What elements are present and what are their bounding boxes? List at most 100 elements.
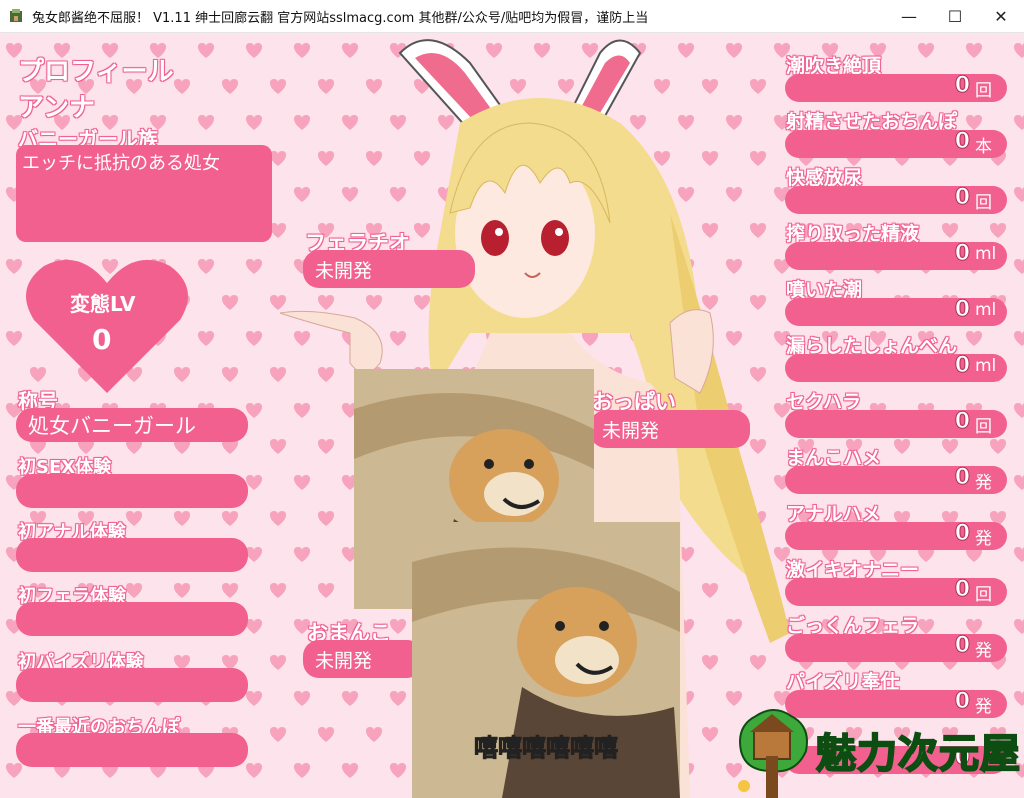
first-fera-value [16,602,248,636]
meme-caption-front: 嘻嘻嘻嘻嘻嘻 [474,734,619,763]
latest-value [16,733,248,767]
background-heart [966,331,982,346]
background-heart [246,115,262,130]
oppai-value: 未開発 [590,410,750,448]
first-anal-value [16,538,248,572]
background-heart [198,43,214,58]
stat-unit: ml [975,356,997,376]
window-title: 兔女郎酱绝不屈服！ V1.11 绅士回廊云翻 官方网站sslmacg.com 其… [32,10,649,26]
stat-unit: 発 [975,641,992,661]
hentai-level-value: 0 [91,323,112,357]
fera-value: 未開発 [303,250,475,288]
background-heart [246,619,262,634]
stat-unit: 本 [975,137,992,157]
stat-value: 0 [954,465,970,491]
stat-unit: 回 [975,585,992,605]
stat-value: 0 [954,241,970,267]
background-heart [174,583,190,598]
first-sex-value [16,474,248,508]
first-paizuri-value [16,668,248,702]
background-heart [222,511,238,526]
stat-bar [785,186,1007,214]
background-heart [6,763,22,778]
stat-bar [785,410,1007,438]
background-heart [966,115,982,130]
background-heart [246,691,262,706]
stat-value: 0 [954,353,970,379]
watermark-text: 魅力次元屋 [815,730,1021,778]
background-heart [1014,115,1024,130]
background-heart [6,331,22,346]
background-heart [918,43,934,58]
background-heart [918,619,934,634]
omanko-value: 未開発 [303,640,423,678]
background-heart [246,547,262,562]
background-heart [246,43,262,58]
stat-value: 0 [954,521,970,547]
stat-bar [785,74,1007,102]
stat-value: 0 [954,633,970,659]
character-name: アンナ [18,93,96,124]
stat-value: 0 [954,185,970,211]
stat-bar [785,242,1007,270]
background-heart [126,583,142,598]
stat-value: 0 [954,73,970,99]
stat-unit: 回 [975,193,992,213]
stat-bar [785,354,1007,382]
stat-unit: 発 [975,529,992,549]
background-heart [246,475,262,490]
stat-bar [785,466,1007,494]
profile-header: プロフィール [17,57,174,88]
background-heart [222,295,238,310]
stat-unit: ml [975,300,997,320]
background-heart [966,619,982,634]
character-description: エッチに抵抗のある処女 [16,145,272,242]
stat-unit: 発 [975,473,992,493]
background-heart [174,79,190,94]
background-heart [1014,187,1024,202]
background-heart [222,583,238,598]
background-heart [6,259,22,274]
stat-bar [785,634,1007,662]
game-screen: プロフィール アンナ バニーガール族 エッチに抵抗のある処女 変態LV 0 称号… [0,33,1024,798]
maximize-button[interactable]: ☐ [932,0,978,32]
title-value: 処女バニーガール [16,408,248,442]
background-heart [1014,259,1024,274]
stat-unit: ml [975,244,997,264]
background-heart [198,115,214,130]
background-heart [1014,43,1024,58]
window-titlebar: 兔女郎酱绝不屈服！ V1.11 绅士回廊云翻 官方网站sslmacg.com 其… [0,0,1024,33]
app-icon [8,8,24,24]
close-button[interactable]: ✕ [978,0,1024,32]
stat-bar [785,298,1007,326]
stat-value: 0 [954,409,970,435]
stat-unit: 回 [975,81,992,101]
stat-bar [785,130,1007,158]
background-heart [1014,331,1024,346]
shiba-meme-image-front: 嘻嘻嘻嘻嘻嘻 [412,522,680,798]
background-heart [198,259,214,274]
background-heart [1014,403,1024,418]
stat-value: 0 [954,129,970,155]
background-heart [942,439,958,454]
background-heart [246,763,262,778]
background-heart [246,403,262,418]
background-heart [942,223,958,238]
background-heart [198,331,214,346]
stat-value: 0 [954,297,970,323]
minimize-button[interactable]: — [886,0,932,32]
background-heart [1014,547,1024,562]
window-controls: — ☐ ✕ [886,0,1024,32]
stat-unit: 回 [975,417,992,437]
background-heart [246,259,262,274]
background-heart [174,511,190,526]
background-heart [246,331,262,346]
stat-bar [785,522,1007,550]
hentai-level-label: 変態LV [69,292,136,317]
background-heart [990,439,1006,454]
background-heart [222,367,238,382]
background-heart [966,43,982,58]
background-heart [894,439,910,454]
background-heart [222,79,238,94]
background-heart [1014,475,1024,490]
